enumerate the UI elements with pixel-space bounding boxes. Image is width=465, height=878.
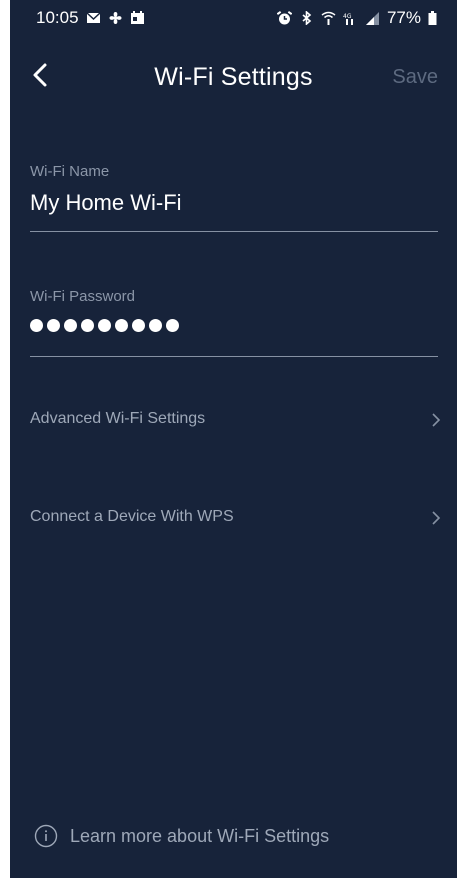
status-left: 10:05 (36, 8, 145, 28)
password-dot (81, 319, 94, 332)
connect-wps-row[interactable]: Connect a Device With WPS (30, 501, 442, 535)
wifi-call-icon (321, 11, 336, 25)
password-dot (166, 319, 179, 332)
calendar-icon (130, 11, 145, 25)
wifi-password-underline (30, 356, 438, 357)
password-dot (132, 319, 145, 332)
wifi-name-field[interactable]: Wi-Fi Name My Home Wi-Fi (30, 163, 438, 233)
wifi-password-input[interactable] (30, 319, 438, 332)
wifi-name-input[interactable]: My Home Wi-Fi (30, 190, 438, 216)
wifi-password-label: Wi-Fi Password (30, 288, 136, 305)
status-right: 4G 77% (276, 8, 437, 28)
page-title: Wi-Fi Settings (154, 63, 313, 91)
connect-wps-label: Connect a Device With WPS (30, 508, 234, 525)
password-dot (149, 319, 162, 332)
save-button[interactable]: Save (392, 66, 438, 89)
password-dot (115, 319, 128, 332)
status-time: 10:05 (36, 8, 79, 27)
wifi-password-field[interactable]: Wi-Fi Password (30, 288, 438, 358)
header: Wi-Fi Settings Save (10, 50, 457, 106)
learn-more-link[interactable]: Learn more about Wi-Fi Settings (34, 824, 329, 848)
password-dot (64, 319, 77, 332)
password-dot (47, 319, 60, 332)
svg-text:4G: 4G (343, 13, 352, 20)
wifi-name-underline (30, 231, 438, 232)
mail-icon (86, 11, 101, 25)
bluetooth-icon (299, 11, 314, 25)
lte-icon: 4G (343, 11, 358, 25)
signal-icon (365, 11, 380, 25)
password-dot (30, 319, 43, 332)
chevron-right-icon (432, 413, 441, 427)
battery-icon (428, 11, 437, 25)
chevron-right-icon (432, 511, 441, 525)
battery-percent: 77% (386, 8, 421, 27)
app-screen: 10:05 4G 77% Wi-Fi Settings Save Wi-Fi N… (10, 0, 457, 878)
password-dot (98, 319, 111, 332)
wifi-name-label: Wi-Fi Name (30, 163, 110, 180)
learn-more-text: Learn more about Wi-Fi Settings (70, 825, 330, 846)
advanced-wifi-settings-row[interactable]: Advanced Wi-Fi Settings (30, 403, 442, 437)
status-bar: 10:05 4G 77% (10, 0, 457, 34)
advanced-wifi-settings-label: Advanced Wi-Fi Settings (30, 410, 206, 427)
info-icon (34, 824, 58, 848)
fan-icon (108, 11, 123, 25)
alarm-icon (276, 11, 292, 25)
